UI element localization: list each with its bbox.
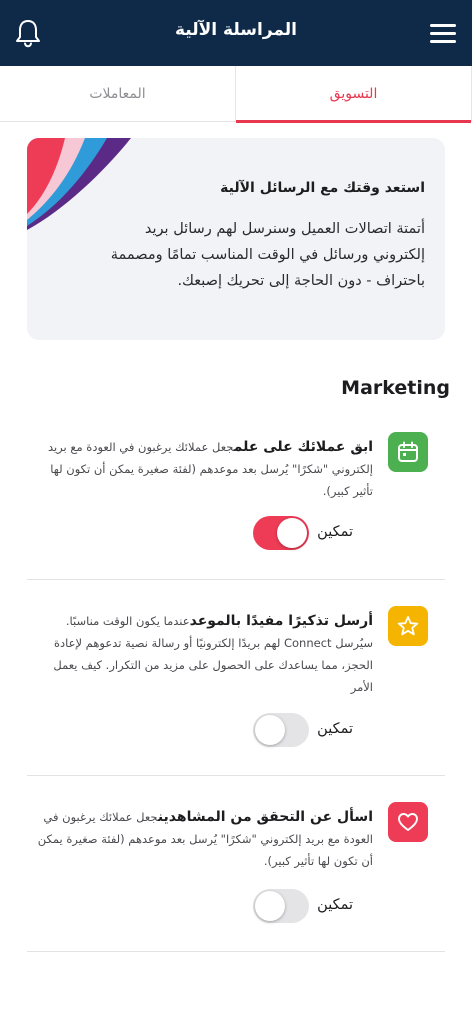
enable-toggle[interactable] <box>253 889 309 923</box>
automation-card-reminder: أرسل تذكيرًا مفيدًا بالموعدعندما يكون ال… <box>27 580 445 776</box>
automation-card-follow-up: ابق عملائك على علمجعل عملائك يرغبون في ا… <box>27 418 445 580</box>
card-text: ابق عملائك على علمجعل عملائك يرغبون في ا… <box>28 436 373 502</box>
section-title: Marketing <box>341 377 450 399</box>
top-app-bar: المراسلة الآلية <box>0 0 472 66</box>
card-title: أرسل تذكيرًا مفيدًا بالموعد <box>189 613 373 629</box>
card-title: اسأل عن التحقق من المشاهدين <box>157 809 373 825</box>
info-banner: استعد وقتك مع الرسائل الآلية أتمتة اتصال… <box>27 138 445 340</box>
tab-transactions[interactable]: المعاملات <box>0 66 236 122</box>
toggle-label: تمكين <box>317 897 353 913</box>
tab-bar: المعاملات التسويق <box>0 66 472 123</box>
banner-text: أتمتة اتصالات العميل وسنرسل لهم رسائل بر… <box>110 221 425 289</box>
automation-card-reviews: اسأل عن التحقق من المشاهدينجعل عملائك ير… <box>27 776 445 952</box>
toggle-label: تمكين <box>317 524 353 540</box>
enable-toggle[interactable] <box>253 713 309 747</box>
toggle-label: تمكين <box>317 721 353 737</box>
card-text: اسأل عن التحقق من المشاهدينجعل عملائك ير… <box>28 806 373 872</box>
hamburger-menu-icon[interactable] <box>430 24 456 44</box>
page-title: المراسلة الآلية <box>174 20 297 40</box>
star-icon <box>388 606 428 646</box>
card-text: أرسل تذكيرًا مفيدًا بالموعدعندما يكون ال… <box>28 610 373 698</box>
enable-toggle[interactable] <box>253 516 309 550</box>
card-title: ابق عملائك على علم <box>233 439 373 455</box>
tab-marketing[interactable]: التسويق <box>236 66 472 123</box>
calendar-icon <box>388 432 428 472</box>
heart-icon <box>388 802 428 842</box>
banner-heading: استعد وقتك مع الرسائل الآلية <box>220 180 425 196</box>
